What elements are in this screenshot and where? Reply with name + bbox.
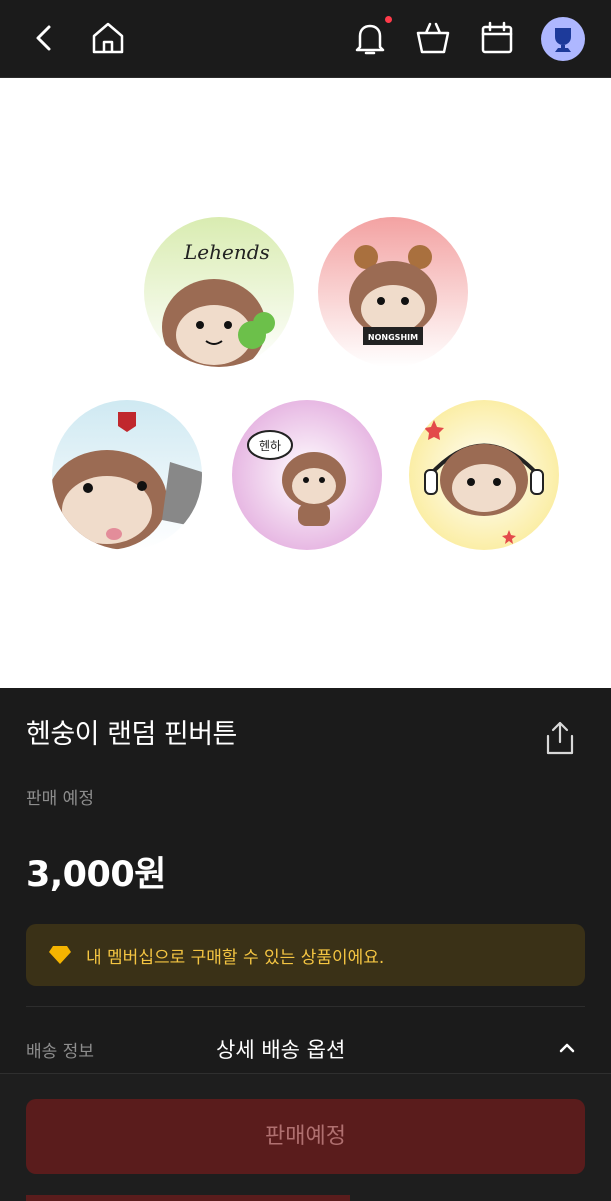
product-price: 3,000원 xyxy=(26,855,166,895)
back-icon[interactable] xyxy=(24,18,64,58)
shipping-option-toggle[interactable]: 상세 배송 옵션 xyxy=(216,1034,345,1064)
membership-notice: 내 멤버십으로 구매할 수 있는 상품이에요. xyxy=(26,924,585,986)
avatar[interactable] xyxy=(541,17,585,61)
bell-icon[interactable] xyxy=(350,18,390,58)
pin-badge-nongshim: NONGSHIM xyxy=(318,217,468,367)
product-title: 헨숭이 랜덤 핀버튼 xyxy=(26,719,237,750)
product-image: Lehends NONGSHIM 헨하 xyxy=(0,78,611,688)
sale-status-label: 판매 예정 xyxy=(26,789,94,809)
shopping-bag-icon[interactable] xyxy=(413,18,453,58)
membership-notice-text: 내 멤버십으로 구매할 수 있는 상품이에요. xyxy=(86,948,385,968)
badge-nongshim-text: NONGSHIM xyxy=(368,333,418,342)
divider xyxy=(26,1006,585,1007)
pin-badge-purple: 헨하 xyxy=(232,400,382,550)
badge-henha-text: 헨하 xyxy=(259,439,281,453)
pin-badge-blue xyxy=(52,400,202,550)
badge-lehends-text: Lehends xyxy=(183,240,270,264)
calendar-icon[interactable] xyxy=(477,18,517,58)
shipping-info-label: 배송 정보 xyxy=(26,1042,94,1062)
bottom-strip xyxy=(26,1195,350,1201)
home-icon[interactable] xyxy=(88,18,128,58)
share-icon[interactable] xyxy=(540,718,580,758)
bottom-action-bar: 판매예정 xyxy=(0,1073,611,1201)
notification-dot xyxy=(385,16,392,23)
diamond-icon xyxy=(48,945,72,965)
top-nav-bar xyxy=(0,0,611,78)
pin-badge-lehends: Lehends xyxy=(144,217,294,367)
pin-badge-yellow xyxy=(409,400,559,550)
purchase-button[interactable]: 판매예정 xyxy=(26,1099,585,1174)
chevron-up-icon[interactable] xyxy=(555,1036,579,1060)
